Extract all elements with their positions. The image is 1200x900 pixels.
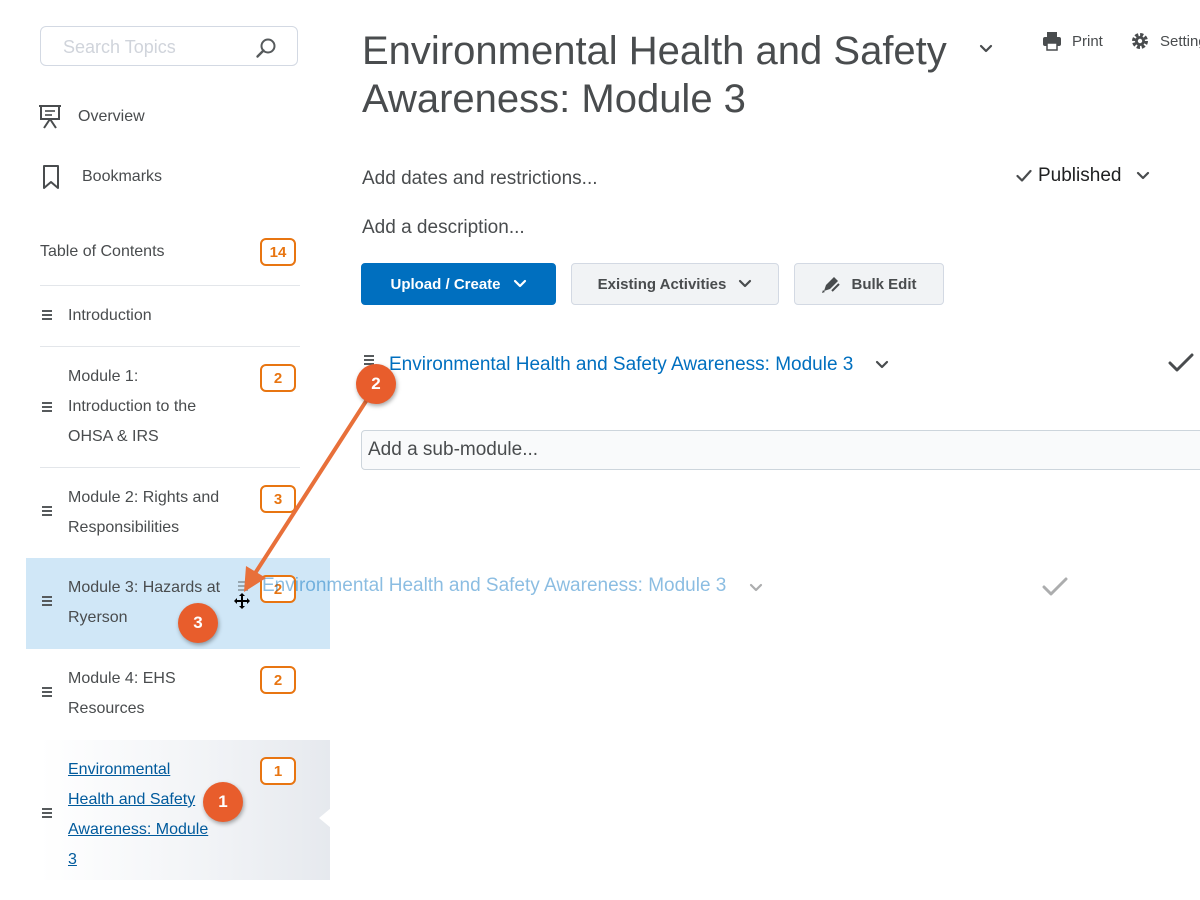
print-label: Print — [1072, 32, 1103, 50]
search-input[interactable] — [61, 36, 255, 58]
toc-item-label: Module 1: — [68, 368, 139, 385]
module-heading-link[interactable]: Environmental Health and Safety Awarenes… — [389, 354, 853, 376]
upload-create-label: Upload / Create — [390, 275, 501, 293]
toc-item-link[interactable]: Environmental — [68, 755, 170, 785]
bulk-edit-icon — [822, 277, 841, 293]
add-dates-link[interactable]: Add dates and restrictions... — [362, 168, 598, 190]
checkmark-icon — [1168, 353, 1194, 372]
toc-item-label: Module 4: EHS — [68, 670, 176, 687]
search-icon[interactable] — [255, 37, 277, 59]
page-title-line: Awareness: Module 3 — [362, 77, 746, 121]
settings-label: Settings — [1160, 32, 1200, 50]
toc-item-label: Introduction — [68, 307, 152, 324]
nav-bookmarks-label: Bookmarks — [82, 168, 163, 185]
chevron-down-icon — [739, 279, 752, 288]
upload-create-button[interactable]: Upload / Create — [361, 263, 556, 305]
drag-handle-icon[interactable] — [42, 310, 54, 320]
toc-item-label: Resources — [68, 700, 145, 717]
annotation-arrow-icon — [244, 393, 372, 592]
add-submodule-field[interactable]: Add a sub-module... — [361, 430, 1200, 470]
bulk-edit-button[interactable]: Bulk Edit — [794, 263, 944, 305]
toc-item-introduction[interactable]: Introduction — [40, 285, 300, 347]
toc-item-link[interactable]: Health and Safety — [68, 785, 195, 815]
toc-item-label: Module 3: Hazards at — [68, 579, 221, 596]
chevron-down-icon[interactable] — [874, 357, 890, 373]
toc-count-badge: 2 — [260, 666, 296, 694]
chevron-down-icon — [1137, 171, 1150, 180]
toc-item-ehs-module-3[interactable]: Environmental Health and Safety Awarenes… — [40, 740, 331, 880]
checkmark-icon — [1016, 169, 1032, 182]
toc-item-label: Introduction to the — [68, 398, 197, 415]
toc-item-module-4[interactable]: Module 4: EHS Resources 2 — [40, 649, 300, 740]
chevron-down-icon — [749, 583, 763, 592]
toc-item-label: Responsibilities — [68, 519, 180, 536]
gear-icon — [1132, 33, 1148, 49]
nav-bookmarks[interactable]: Bookmarks — [38, 162, 162, 192]
add-description-link[interactable]: Add a description... — [362, 217, 525, 239]
page-title-line: Environmental Health and Safety — [362, 29, 947, 73]
drag-handle-icon[interactable] — [42, 687, 54, 697]
toc-count-badge: 1 — [260, 757, 296, 785]
toc-item-link[interactable]: Awareness: Module — [68, 815, 208, 845]
chevron-down-icon — [513, 279, 526, 288]
nav-overview[interactable]: Overview — [38, 102, 145, 132]
bulk-edit-label: Bulk Edit — [851, 275, 917, 293]
toc-count-badge: 14 — [260, 238, 296, 266]
search-field[interactable] — [40, 26, 298, 66]
drag-handle-icon[interactable] — [42, 596, 54, 606]
settings-button[interactable]: Settings — [1130, 30, 1200, 52]
active-indicator — [319, 808, 331, 828]
chevron-down-icon[interactable] — [977, 40, 995, 58]
toc-item-label: Module 2: Rights and — [68, 489, 220, 506]
callout-badge: 3 — [178, 603, 218, 643]
status-label: Published — [1038, 165, 1122, 186]
toc-item-label: Ryerson — [68, 609, 128, 626]
nav-overview-label: Overview — [78, 108, 145, 125]
print-button[interactable]: Print — [1042, 30, 1103, 52]
callout-badge: 1 — [203, 782, 243, 822]
existing-activities-button[interactable]: Existing Activities — [571, 263, 779, 305]
toc-title: Table of Contents — [40, 243, 165, 260]
presentation-icon — [39, 105, 61, 129]
callout-badge: 2 — [356, 364, 396, 404]
toc-item-link[interactable]: 3 — [68, 845, 77, 875]
printer-icon — [1043, 32, 1061, 51]
drag-handle-icon[interactable] — [42, 506, 54, 516]
status-dropdown[interactable]: Published — [1016, 164, 1151, 188]
bookmark-icon — [43, 165, 59, 189]
drag-handle-icon[interactable] — [42, 402, 54, 412]
existing-activities-label: Existing Activities — [597, 275, 727, 293]
drag-handle-icon[interactable] — [42, 808, 54, 818]
toc-header[interactable]: Table of Contents 14 — [40, 238, 300, 268]
toc-item-label: OHSA & IRS — [68, 428, 159, 445]
checkmark-icon — [1042, 577, 1068, 596]
